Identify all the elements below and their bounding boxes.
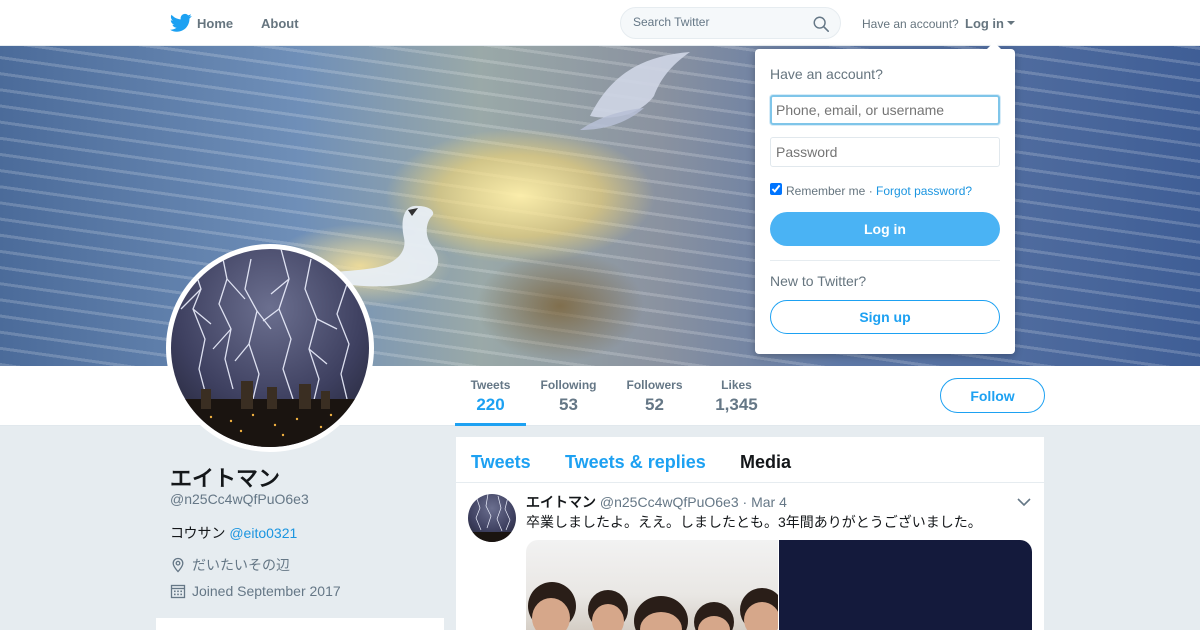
- search-icon[interactable]: [812, 15, 830, 33]
- stat-following[interactable]: Following 53: [533, 378, 604, 415]
- remember-me-checkbox[interactable]: [770, 183, 782, 195]
- login-submit-button[interactable]: Log in: [770, 212, 1000, 246]
- have-account-text: Have an account?: [862, 17, 959, 31]
- tab-tweets[interactable]: Tweets: [471, 452, 531, 473]
- remember-me-label[interactable]: Remember me: [786, 184, 865, 198]
- profile-name[interactable]: エイトマン: [170, 461, 280, 493]
- login-dropdown: Have an account? Remember me · Forgot pa…: [755, 42, 1015, 354]
- timeline-tabs: Tweets Tweets & replies Media: [456, 437, 1044, 483]
- photo-shape: [532, 598, 570, 630]
- new-to-twitter-text: New to Twitter?: [770, 273, 867, 289]
- calendar-icon: [170, 584, 186, 599]
- tab-tweets-and-replies[interactable]: Tweets & replies: [565, 452, 706, 473]
- stat-value: 1,345: [715, 395, 758, 414]
- follow-button[interactable]: Follow: [940, 378, 1045, 413]
- location-pin-icon: [172, 557, 184, 573]
- chevron-down-icon[interactable]: [1017, 497, 1031, 507]
- username-field[interactable]: [770, 95, 1000, 125]
- stat-value: 220: [476, 395, 505, 414]
- location-text: だいたいその辺: [192, 557, 290, 573]
- stat-value: 53: [559, 395, 578, 414]
- active-stat-underline: [455, 423, 526, 426]
- profile-bio: コウサン @eito0321: [170, 523, 297, 543]
- bio-mention-link[interactable]: @eito0321: [229, 525, 297, 541]
- tweet-avatar[interactable]: [468, 494, 516, 542]
- stat-followers[interactable]: Followers 52: [619, 378, 690, 415]
- tab-media[interactable]: Media: [740, 452, 791, 473]
- nav-about-link[interactable]: About: [261, 16, 299, 31]
- remember-row: Remember me · Forgot password?: [786, 184, 972, 198]
- lightning-avatar-image: [171, 249, 369, 447]
- tweet-separator: ·: [742, 494, 748, 510]
- dropdown-title: Have an account?: [770, 66, 883, 82]
- tweet-photo-group[interactable]: [526, 540, 778, 630]
- photo-shape: [744, 602, 778, 630]
- signup-button[interactable]: Sign up: [770, 300, 1000, 334]
- top-nav: Home About Have an account? Log in: [0, 0, 1200, 46]
- dropdown-divider: [770, 260, 1000, 261]
- stat-label: Likes: [721, 378, 752, 392]
- profile-location: だいたいその辺: [170, 555, 290, 575]
- tweet-photo-dark[interactable]: [779, 540, 1032, 630]
- twitter-bird-icon[interactable]: [170, 13, 192, 33]
- joined-text: Joined September 2017: [192, 583, 341, 599]
- tweet-author-name[interactable]: エイトマン: [526, 494, 596, 510]
- stat-likes[interactable]: Likes 1,345: [701, 378, 772, 415]
- tweet-author-handle[interactable]: @n25Cc4wQfPuO6e3: [600, 494, 739, 510]
- dropdown-arrow: [987, 42, 1001, 49]
- left-card: [156, 618, 444, 630]
- search-input[interactable]: [633, 15, 803, 29]
- tweet-header: エイトマン @n25Cc4wQfPuO6e3 · Mar 4: [526, 492, 787, 512]
- login-dropdown-toggle[interactable]: Log in: [965, 16, 1004, 31]
- flying-swan-image: [580, 52, 690, 130]
- stat-tweets[interactable]: Tweets 220: [455, 378, 526, 415]
- stat-label: Followers: [626, 378, 683, 392]
- photo-shape: [592, 604, 624, 630]
- password-field[interactable]: [770, 137, 1000, 167]
- stat-label: Tweets: [470, 378, 511, 392]
- stat-label: Following: [540, 378, 597, 392]
- chevron-down-icon[interactable]: [1007, 21, 1015, 25]
- profile-joined: Joined September 2017: [170, 583, 341, 599]
- tweet-text: 卒業しましたよ。ええ。しましたとも。3年間ありがとうございました。: [526, 514, 982, 530]
- stat-value: 52: [645, 395, 664, 414]
- remember-separator: ·: [868, 184, 873, 198]
- profile-handle[interactable]: @n25Cc4wQfPuO6e3: [170, 491, 309, 507]
- profile-avatar[interactable]: [166, 244, 374, 452]
- search-box[interactable]: [620, 7, 841, 39]
- nav-home-link[interactable]: Home: [197, 16, 233, 31]
- tweet-timestamp[interactable]: Mar 4: [751, 494, 787, 510]
- forgot-password-link[interactable]: Forgot password?: [876, 184, 972, 198]
- timeline: Tweets Tweets & replies Media エイトマン @n25…: [456, 437, 1044, 630]
- bio-text: コウサン: [170, 525, 226, 541]
